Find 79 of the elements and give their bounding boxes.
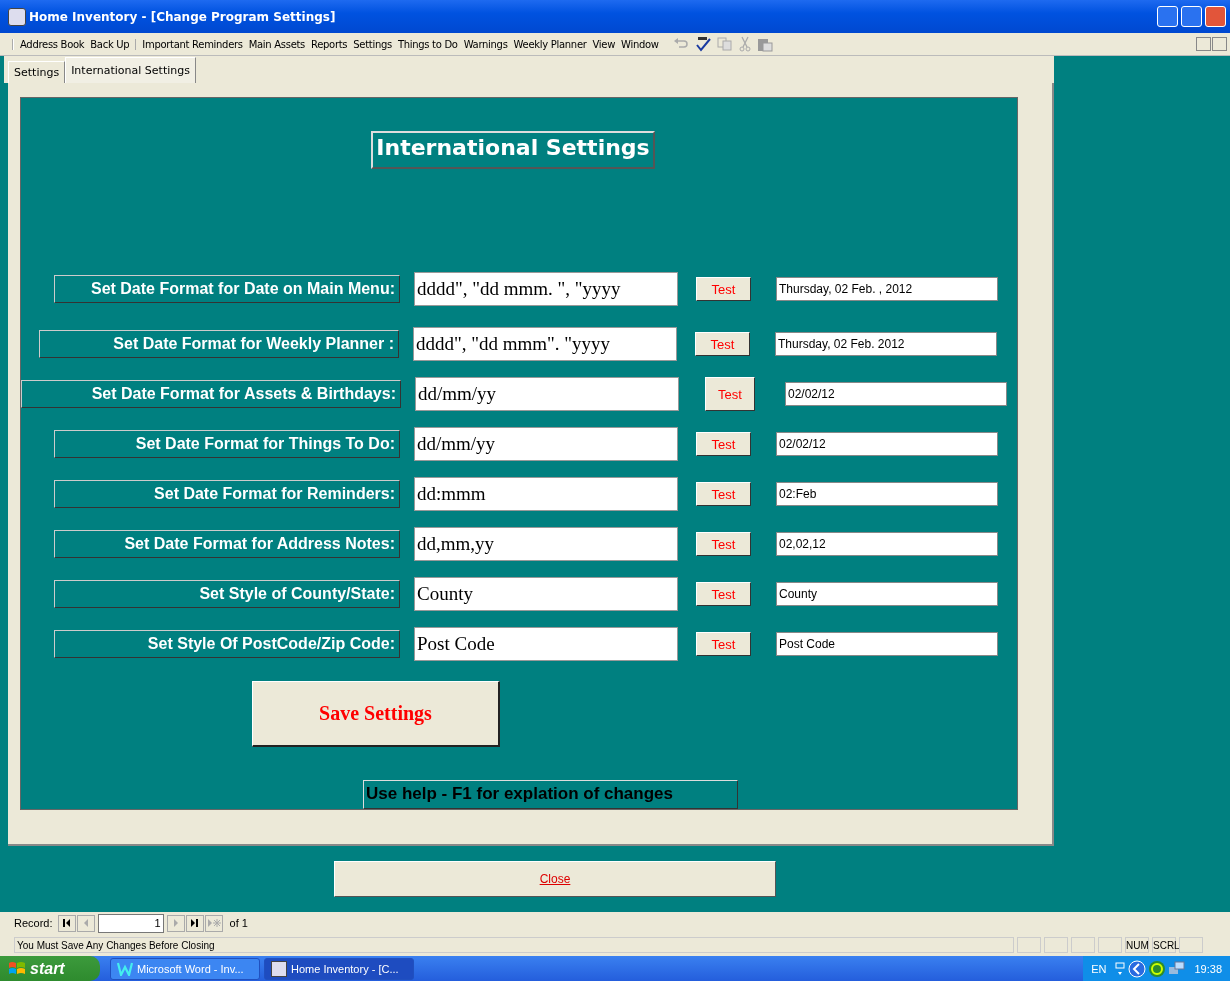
taskbar-button[interactable]: Home Inventory - [C... [264,957,414,980]
format-field[interactable]: County [414,577,678,611]
document-app-icon [117,961,133,976]
result-field[interactable]: County [776,582,998,606]
spelling-check-icon[interactable] [694,36,711,52]
menu-item[interactable]: Things to Do [397,38,458,50]
status-panel [1098,937,1122,953]
status-indicator: NUM [1125,937,1149,953]
record-count: of 1 [229,917,248,929]
undo-icon[interactable] [672,37,689,51]
record-number-field[interactable]: 1 [97,913,164,933]
start-button[interactable]: start [0,956,100,981]
taskbar-button[interactable]: Microsoft Word - Inv... [110,957,260,980]
format-field[interactable]: dd:mmm [414,477,678,511]
result-field[interactable]: 02,02,12 [776,532,998,556]
clock: 19:38 [1194,962,1222,975]
format-field[interactable]: dddd", "dd mmm". "yyyy [413,327,677,361]
sync-icon[interactable] [1148,959,1167,978]
app-icon [271,960,287,977]
field-label: Set Date Format for Things To Do: [54,430,400,458]
last-record-icon [190,918,200,928]
result-field[interactable]: 02/02/12 [776,432,998,456]
restore-button[interactable] [1181,6,1202,27]
status-panel [1017,937,1041,953]
restore-child-button[interactable] [1196,37,1211,51]
result-field[interactable]: Post Code [776,632,998,656]
close-button[interactable] [1205,6,1226,27]
format-field[interactable]: dddd", "dd mmm. ", "yyyy [414,272,678,306]
format-field[interactable]: dd,mm,yy [414,527,678,561]
first-record-button[interactable] [57,914,76,932]
network-icon[interactable] [1114,960,1127,977]
window-title: Home Inventory - [Change Program Settings] [29,9,337,24]
status-panel [1179,937,1203,953]
copy-icon[interactable] [716,37,733,51]
close-child-button[interactable] [1212,37,1227,51]
chevron-icon[interactable] [1128,959,1147,978]
format-field[interactable]: dd/mm/yy [414,427,678,461]
menu-item[interactable]: Weekly Planner [513,38,587,50]
menu-item[interactable]: Warnings [463,38,508,50]
format-field[interactable]: dd/mm/yy [415,377,679,411]
menu-item[interactable]: Main Assets [248,38,305,50]
status-panel [1044,937,1068,953]
right-triangle-icon [171,918,180,928]
tab[interactable]: International Settings [65,57,196,83]
field-label: Set Style Of PostCode/Zip Code: [54,630,400,658]
menu-item[interactable]: Reports [311,38,348,50]
field-label: Set Style of County/State: [54,580,400,608]
record-label: Record: [14,917,53,929]
app-icon [8,7,26,26]
status-message: You Must Save Any Changes Before Closing [14,937,1014,953]
menu-item[interactable]: Important Reminders [142,38,243,50]
field-label: Set Date Format for Address Notes: [54,530,400,558]
close-form-button[interactable]: Close [334,861,776,897]
new-record-icon [206,918,221,928]
result-field[interactable]: Thursday, 02 Feb. 2012 [775,332,997,356]
field-label: Set Date Format for Weekly Planner : [39,330,399,358]
menu-item[interactable]: Back Up [90,38,130,50]
field-label: Set Date Format for Reminders: [54,480,400,508]
computers-icon[interactable] [1168,960,1187,977]
status-panel [1071,937,1095,953]
menu-item[interactable]: View [592,38,616,50]
field-label: Set Date Format for Date on Main Menu: [54,275,400,303]
menu-item[interactable]: Settings [353,38,392,50]
last-record-button[interactable] [185,914,204,932]
paste-icon[interactable] [756,36,773,52]
scissors-icon[interactable] [738,36,751,52]
minimize-button[interactable] [1157,6,1178,27]
result-field[interactable]: Thursday, 02 Feb. , 2012 [776,277,998,301]
form-heading: International Settings [371,131,655,169]
field-label: Set Date Format for Assets & Birthdays: [21,380,401,408]
format-field[interactable]: Post Code [414,627,678,661]
first-record-icon [62,918,72,928]
windows-logo-icon [8,960,26,977]
help-note: Use help - F1 for explation of changes [363,780,738,809]
menu-item[interactable]: Address Book [20,38,85,50]
result-field[interactable]: 02:Feb [776,482,998,506]
menu-item[interactable]: Window [621,38,659,50]
tab[interactable]: Settings [8,61,66,83]
result-field[interactable]: 02/02/12 [785,382,1007,406]
